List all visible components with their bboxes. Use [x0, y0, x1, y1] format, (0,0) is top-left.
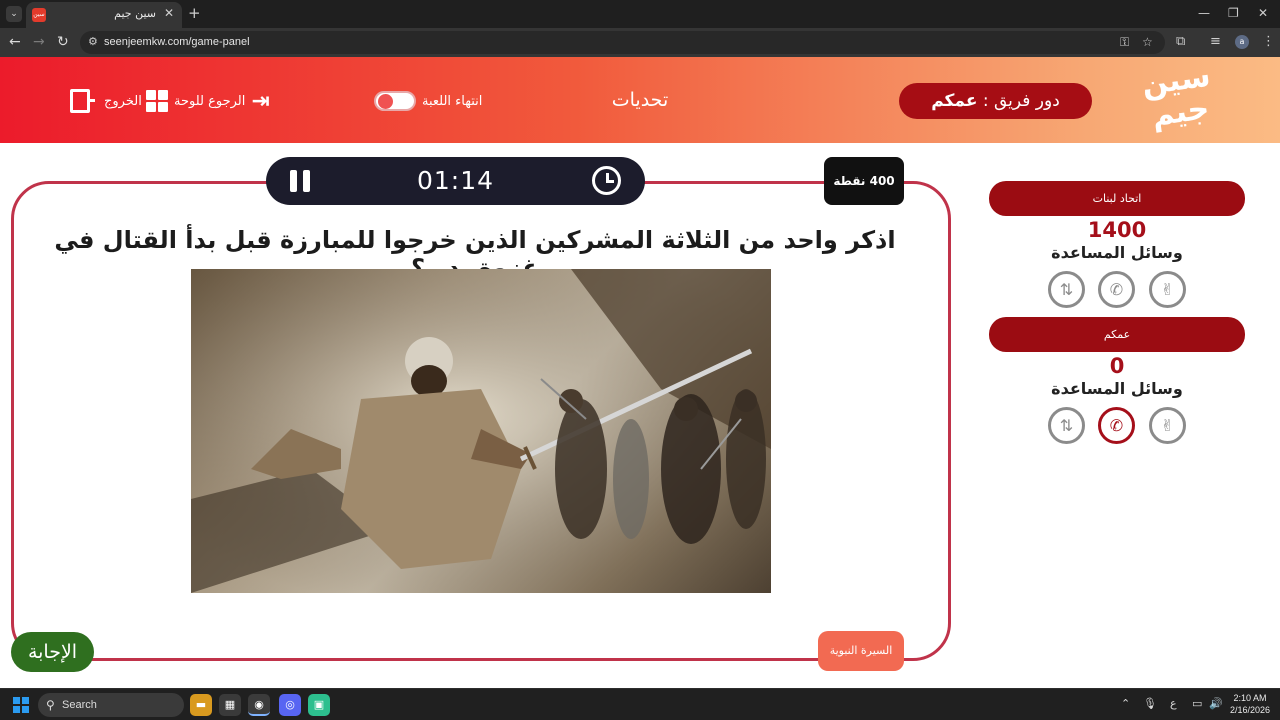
search-label: Search: [62, 699, 97, 711]
tray-chevron-icon[interactable]: ⌃: [1121, 697, 1130, 710]
browser-tab-bar: ⌄ سين سين جيم ✕ + — ❐ ✕: [0, 0, 1280, 28]
helps-label: وسائل المساعدة: [1051, 243, 1183, 262]
app-icon[interactable]: ▣: [308, 694, 330, 716]
password-key-icon[interactable]: ⚿: [1120, 35, 1129, 50]
back-to-board-button[interactable]: الرجوع للوحة ⇥: [146, 87, 270, 115]
game-mode-title: تحديات: [611, 89, 669, 111]
discord-icon[interactable]: ◎: [279, 694, 301, 716]
turn-team-name: عمكم: [931, 91, 978, 111]
question-image: [191, 269, 771, 593]
team-name-pill: اتحاد لبنات: [989, 181, 1245, 216]
restore-icon[interactable]: ❐: [1228, 6, 1239, 20]
team-score: 1400: [1087, 218, 1147, 242]
input-language[interactable]: ع: [1170, 697, 1177, 710]
store-icon[interactable]: ▦: [219, 694, 241, 716]
close-tab-icon[interactable]: ✕: [164, 6, 174, 20]
tab-search-icon[interactable]: ⌄: [6, 6, 22, 22]
turn-label: دور فريق :: [982, 91, 1060, 111]
category-button[interactable]: السيرة النبوية: [818, 631, 904, 671]
file-explorer-icon[interactable]: ▬: [190, 694, 212, 716]
site-favicon-icon: سين: [32, 8, 46, 22]
battle-painting-image: [191, 269, 771, 593]
points-badge: 400 نقطة: [824, 157, 904, 205]
team-turn-indicator: دور فريق : عمكم: [899, 83, 1092, 119]
timer-display: 01:14: [416, 166, 495, 195]
seenjeem-logo: سين جيم: [1139, 58, 1213, 134]
show-answer-button[interactable]: الإجابة: [11, 632, 94, 672]
browser-menu-icon[interactable]: ⋮: [1262, 34, 1275, 49]
end-game-toggle[interactable]: [374, 91, 416, 111]
clock-time: 2:10 AM: [1233, 693, 1267, 703]
profile-avatar[interactable]: a: [1235, 35, 1249, 49]
volume-icon[interactable]: 🔊: [1209, 697, 1223, 710]
site-info-icon[interactable]: ⚙: [88, 35, 98, 48]
swap-question-lifeline-icon[interactable]: ⇅: [1048, 271, 1085, 308]
exit-label: الخروج: [104, 93, 142, 109]
team-name-pill: عمكم: [989, 317, 1245, 352]
reload-icon[interactable]: ↻: [57, 34, 69, 50]
extensions-icon[interactable]: ⧉: [1176, 34, 1185, 49]
call-friend-lifeline-icon[interactable]: ✆: [1098, 271, 1135, 308]
browser-tab[interactable]: سين سين جيم ✕: [26, 2, 182, 28]
helps-label: وسائل المساعدة: [1051, 379, 1183, 398]
taskbar-clock[interactable]: 2:10 AM 2/16/2026: [1228, 692, 1272, 716]
toggle-knob: [378, 94, 393, 109]
windows-start-icon[interactable]: [13, 697, 29, 713]
two-answers-lifeline-icon[interactable]: ✌: [1149, 271, 1186, 308]
taskbar-search[interactable]: ⚲ Search: [38, 693, 184, 717]
exit-button[interactable]: الخروج: [70, 87, 142, 115]
arrow-to-bar-icon: ⇥: [251, 88, 270, 114]
new-tab-icon[interactable]: +: [188, 4, 201, 22]
board-grid-icon: [146, 90, 168, 112]
two-answers-lifeline-icon[interactable]: ✌: [1149, 407, 1186, 444]
team-score: 0: [1109, 354, 1125, 378]
end-game-button[interactable]: انتهاء اللعبة: [374, 87, 482, 115]
network-icon[interactable]: ▭: [1192, 697, 1202, 710]
back-to-board-label: الرجوع للوحة: [174, 93, 246, 109]
close-window-icon[interactable]: ✕: [1258, 6, 1268, 20]
exit-door-icon: [70, 89, 95, 113]
tab-title: سين جيم: [114, 7, 156, 20]
windows-taskbar: ⚲ Search ▬ ▦ ◉ ◎ ▣ ⌃ 🎙 ع ▭ 🔊 2:10 AM 2/1…: [0, 688, 1280, 720]
end-game-label: انتهاء اللعبة: [422, 93, 483, 109]
swap-question-lifeline-icon[interactable]: ⇅: [1048, 407, 1085, 444]
clock-date: 2/16/2026: [1229, 705, 1271, 715]
microphone-icon[interactable]: 🎙: [1143, 697, 1157, 710]
app-header: سين جيم دور فريق : عمكم تحديات انتهاء ال…: [0, 57, 1280, 143]
reset-timer-icon[interactable]: [592, 166, 621, 195]
url-text: seenjeemkw.com/game-panel: [104, 36, 250, 48]
minimize-icon[interactable]: —: [1198, 6, 1210, 20]
timer-bar: 01:14: [266, 157, 645, 205]
address-bar[interactable]: ⚙ seenjeemkw.com/game-panel ⚿ ☆: [80, 31, 1165, 54]
call-friend-lifeline-icon[interactable]: ✆: [1098, 407, 1135, 444]
chrome-icon[interactable]: ◉: [248, 694, 270, 716]
back-icon[interactable]: ←: [9, 34, 21, 50]
search-icon: ⚲: [46, 698, 55, 712]
reading-list-icon[interactable]: ≡: [1210, 34, 1221, 49]
browser-toolbar: ← → ↻ ⚙ seenjeemkw.com/game-panel ⚿ ☆ ⧉ …: [0, 28, 1280, 57]
bookmark-star-icon[interactable]: ☆: [1142, 35, 1153, 49]
forward-icon[interactable]: →: [33, 34, 45, 50]
